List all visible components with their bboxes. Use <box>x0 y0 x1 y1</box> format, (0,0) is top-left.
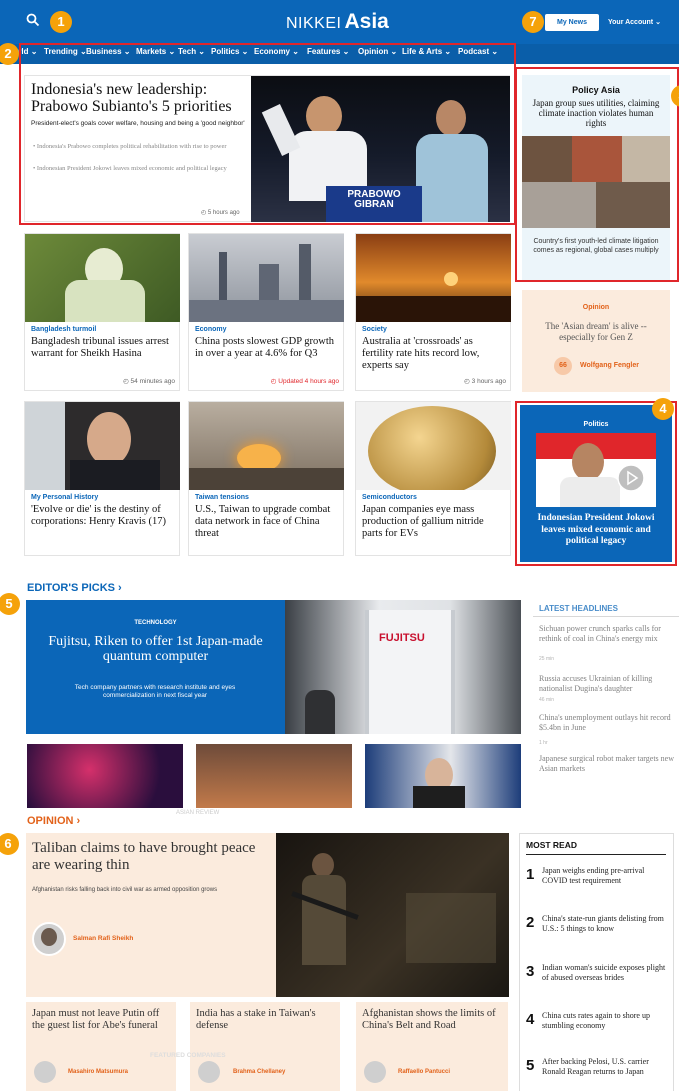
annotation-marker-6: 6 <box>0 833 19 855</box>
latest-time: 1 hr <box>539 740 548 746</box>
editors-thumb-photo[interactable] <box>365 744 521 808</box>
story-timestamp: ◴ 54 minutes ago <box>123 378 175 385</box>
my-news-button[interactable]: My News <box>545 14 599 31</box>
story-photo[interactable] <box>189 234 344 322</box>
opinion-card[interactable]: Japan must not leave Putin off the guest… <box>26 1002 176 1091</box>
most-read-title: MOST READ <box>526 840 577 850</box>
story-kicker[interactable]: Semiconductors <box>362 494 417 501</box>
story-kicker[interactable]: Economy <box>195 326 227 333</box>
your-account-menu[interactable]: Your Account ⌄ <box>608 18 661 26</box>
opinion-card-headline[interactable]: Afghanistan shows the limits of China's … <box>362 1008 502 1031</box>
rank-number: 1 <box>526 866 535 883</box>
opinion-card[interactable]: Afghanistan shows the limits of China's … <box>356 1002 508 1091</box>
opinion-side-card[interactable]: Opinion The 'Asian dream' is alive -- es… <box>522 290 670 392</box>
story-kicker[interactable]: Taiwan tensions <box>195 494 249 501</box>
top-bar: NIKKEI Asia My News Your Account ⌄ <box>0 0 679 44</box>
editors-thumb-photo[interactable] <box>196 744 352 808</box>
story-card[interactable]: Semiconductors Japan companies eye mass … <box>355 401 511 556</box>
story-kicker[interactable]: My Personal History <box>31 494 98 501</box>
opinion-author[interactable]: Wolfgang Fengler <box>580 362 639 369</box>
most-read-headline[interactable]: Indian woman's suicide exposes plight of… <box>542 963 668 982</box>
story-photo[interactable] <box>356 234 511 322</box>
annotation-marker-4: 4 <box>652 398 674 420</box>
story-timestamp: ◴ 3 hours ago <box>464 378 506 385</box>
fujitsu-logo: FUJITSU <box>379 632 425 644</box>
latest-item[interactable]: Japanese surgical robot maker targets ne… <box>539 754 679 774</box>
story-card[interactable]: My Personal History 'Evolve or die' is t… <box>24 401 180 556</box>
highlight-box-nav-lead <box>19 43 516 225</box>
story-headline[interactable]: Japan companies eye mass production of g… <box>362 504 502 540</box>
story-card[interactable]: Society Australia at 'crossroads' as fer… <box>355 233 511 391</box>
feature-subhead: Tech company partners with research inst… <box>74 684 236 699</box>
editors-picks-feature[interactable]: TECHNOLOGY Fujitsu, Riken to offer 1st J… <box>26 600 285 734</box>
feature-tag: TECHNOLOGY <box>134 620 177 626</box>
quote-icon: 66 <box>554 357 572 375</box>
editors-picks-heading[interactable]: EDITOR'S PICKS › <box>27 582 122 594</box>
opinion-label: Opinion <box>582 304 610 311</box>
story-timestamp: ◴ Updated 4 hours ago <box>270 378 339 385</box>
latest-headlines-title: LATEST HEADLINES <box>539 604 618 613</box>
highlight-box-video <box>515 401 677 566</box>
opinion-heading[interactable]: OPINION › <box>27 815 80 827</box>
opinion-author[interactable]: Raffaello Pantucci <box>398 1069 450 1075</box>
story-photo[interactable] <box>356 402 511 490</box>
most-read-headline[interactable]: China cuts rates again to shore up stumb… <box>542 1011 668 1030</box>
opinion-lead-photo[interactable] <box>276 833 509 997</box>
opinion-card[interactable]: India has a stake in Taiwan's defense Br… <box>190 1002 340 1091</box>
story-card[interactable]: Economy China posts slowest GDP growth i… <box>188 233 344 391</box>
author-avatar <box>198 1061 220 1083</box>
rank-number: 4 <box>526 1011 535 1028</box>
rank-number: 2 <box>526 914 535 931</box>
most-read-headline[interactable]: Japan weighs ending pre-arrival COVID te… <box>542 866 668 885</box>
ghost-label: FEATURED COMPANIES <box>150 1052 226 1059</box>
opinion-headline[interactable]: The 'Asian dream' is alive -- especially… <box>530 321 662 343</box>
story-card[interactable]: Bangladesh turmoil Bangladesh tribunal i… <box>24 233 180 391</box>
story-photo[interactable] <box>189 402 344 490</box>
opinion-author[interactable]: Masahiro Matsumura <box>68 1069 128 1075</box>
story-photo[interactable] <box>25 402 180 490</box>
opinion-card-headline[interactable]: Japan must not leave Putin off the guest… <box>32 1008 172 1031</box>
annotation-marker-1: 1 <box>50 11 72 33</box>
latest-time: 25 min <box>539 656 555 662</box>
highlight-box-policy <box>515 67 679 282</box>
opinion-lead-summary: Afghanistan risks falling back into civi… <box>32 887 218 893</box>
story-headline[interactable]: China posts slowest GDP growth in over a… <box>195 336 335 360</box>
latest-item[interactable]: China's unemployment outlays hit record … <box>539 713 679 733</box>
latest-headlines: LATEST HEADLINES Sichuan power crunch sp… <box>533 600 679 808</box>
opinion-author[interactable]: Brahma Chellaney <box>233 1069 285 1075</box>
story-kicker[interactable]: Bangladesh turmoil <box>31 326 96 333</box>
search-icon[interactable] <box>26 13 40 27</box>
latest-time: 46 min <box>539 697 555 703</box>
rank-number: 3 <box>526 963 535 980</box>
ghost-label: ASIAN REVIEW <box>176 810 220 816</box>
opinion-lead-headline[interactable]: Taliban claims to have brought peace are… <box>32 840 262 874</box>
rank-number: 5 <box>526 1057 535 1074</box>
most-read-headline[interactable]: After backing Pelosi, U.S. carrier Ronal… <box>542 1057 668 1076</box>
most-read-headline[interactable]: China's state-run giants delisting from … <box>542 914 668 933</box>
story-card[interactable]: Taiwan tensions U.S., Taiwan to upgrade … <box>188 401 344 556</box>
story-headline[interactable]: Australia at 'crossroads' as fertility r… <box>362 336 502 372</box>
quantum-computer-photo[interactable]: FUJITSU <box>285 600 521 734</box>
story-headline[interactable]: Bangladesh tribunal issues arrest warran… <box>31 336 171 360</box>
annotation-marker-7: 7 <box>522 11 544 33</box>
site-logo[interactable]: NIKKEI Asia <box>286 10 389 34</box>
story-headline[interactable]: 'Evolve or die' is the destiny of corpor… <box>31 504 171 528</box>
author-avatar <box>34 1061 56 1083</box>
story-headline[interactable]: U.S., Taiwan to upgrade combat data netw… <box>195 504 335 540</box>
opinion-card-headline[interactable]: India has a stake in Taiwan's defense <box>196 1008 336 1031</box>
latest-item[interactable]: Sichuan power crunch sparks calls for re… <box>539 624 679 644</box>
chevron-right-icon: › <box>118 582 122 594</box>
chevron-down-icon: ⌄ <box>655 19 661 26</box>
author-avatar <box>364 1061 386 1083</box>
story-kicker[interactable]: Society <box>362 326 387 333</box>
opinion-lead[interactable]: Taliban claims to have brought peace are… <box>26 833 276 997</box>
latest-item[interactable]: Russia accuses Ukrainian of killing nati… <box>539 674 679 694</box>
annotation-marker-5: 5 <box>0 593 20 615</box>
story-photo[interactable] <box>25 234 180 322</box>
chevron-right-icon: › <box>76 815 81 827</box>
author-avatar <box>32 922 66 956</box>
feature-headline[interactable]: Fujitsu, Riken to offer 1st Japan-made q… <box>36 634 275 664</box>
opinion-author[interactable]: Salman Rafi Sheikh <box>73 935 133 942</box>
editors-thumb-photo[interactable] <box>27 744 183 808</box>
